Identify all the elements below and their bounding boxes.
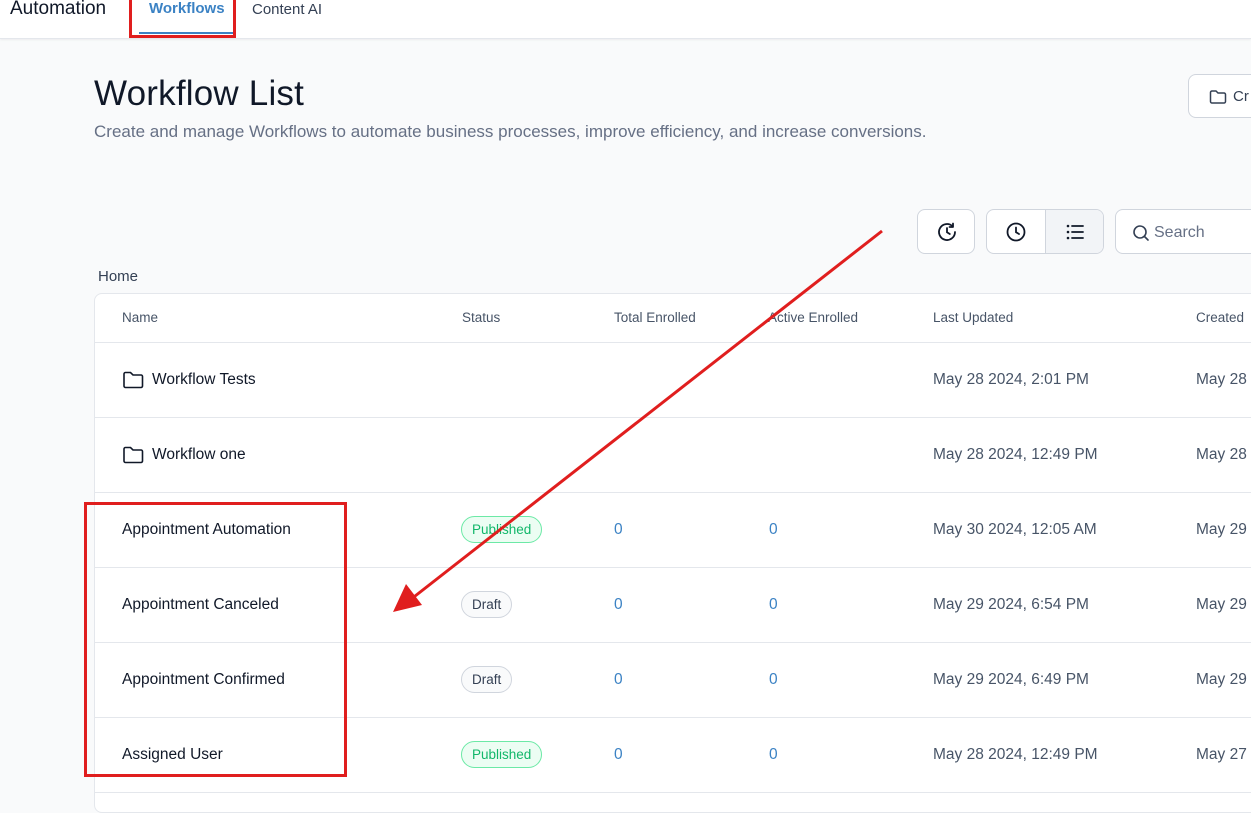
history-button[interactable] [917, 209, 975, 254]
row-total-enrolled[interactable]: 0 [614, 567, 623, 642]
column-name[interactable]: Name [122, 310, 158, 325]
row-created: May 28 [1196, 445, 1247, 463]
table-row[interactable]: Workflow Tests May 28 2024, 2:01 PM May … [95, 342, 1251, 418]
row-active-enrolled[interactable]: 0 [769, 492, 778, 567]
clock-icon [1006, 222, 1026, 242]
status-badge: Published [461, 516, 543, 543]
page-description: Create and manage Workflows to automate … [94, 122, 927, 141]
create-button-label: Cr [1233, 88, 1249, 105]
column-status[interactable]: Status [462, 310, 500, 325]
history-icon [938, 222, 956, 241]
folder-icon [1209, 90, 1227, 104]
row-total-enrolled[interactable]: 0 [614, 717, 623, 792]
row-active-enrolled[interactable]: 0 [769, 567, 778, 642]
row-name[interactable]: Appointment Confirmed [122, 642, 285, 717]
status-badge: Published [461, 741, 543, 768]
row-name[interactable]: Appointment Automation [122, 492, 291, 567]
row-created: May 29 [1196, 595, 1247, 613]
table-row[interactable]: Appointment Automation Published 0 0 May… [95, 492, 1251, 568]
tab-workflows[interactable]: Workflows [139, 0, 233, 34]
row-status: Draft [461, 642, 513, 717]
row-total-enrolled[interactable]: 0 [614, 642, 623, 717]
active-tab-indicator [139, 32, 233, 34]
row-created: May 28 [1196, 370, 1247, 388]
tab-content-ai[interactable]: Content AI [252, 1, 322, 18]
folder-icon [123, 371, 144, 388]
table-header: Name Status Total Enrolled Active Enroll… [95, 294, 1251, 343]
search-icon [1133, 225, 1149, 241]
row-status: Published [461, 717, 543, 792]
row-status: Published [461, 492, 543, 567]
column-last-updated[interactable]: Last Updated [933, 310, 1013, 325]
table-row[interactable]: Workflow one May 28 2024, 12:49 PM May 2… [95, 417, 1251, 493]
column-total-enrolled[interactable]: Total Enrolled [614, 310, 696, 325]
row-name-label: Workflow Tests [152, 370, 256, 388]
column-created[interactable]: Created [1196, 310, 1244, 325]
row-active-enrolled[interactable]: 0 [769, 642, 778, 717]
search-box[interactable] [1115, 209, 1251, 254]
column-active-enrolled[interactable]: Active Enrolled [768, 310, 858, 325]
top-navigation-bar: Automation Workflows Content AI [0, 0, 1251, 39]
row-name[interactable]: Appointment Canceled [122, 567, 279, 642]
row-name[interactable]: Assigned User [122, 717, 223, 792]
workflow-table: Name Status Total Enrolled Active Enroll… [94, 293, 1251, 813]
clock-view-button[interactable] [987, 210, 1045, 253]
page-title: Workflow List [94, 74, 305, 113]
row-last-updated: May 28 2024, 2:01 PM [933, 370, 1089, 388]
status-badge: Draft [461, 666, 513, 693]
row-last-updated: May 29 2024, 6:49 PM [933, 670, 1089, 688]
row-status: Draft [461, 567, 513, 642]
table-row[interactable]: Appointment Canceled Draft 0 0 May 29 20… [95, 567, 1251, 643]
row-last-updated: May 28 2024, 12:49 PM [933, 745, 1098, 763]
row-name-label: Workflow one [152, 445, 246, 463]
row-total-enrolled[interactable]: 0 [614, 492, 623, 567]
row-created: May 29 [1196, 520, 1247, 538]
row-name[interactable]: Workflow one [122, 417, 246, 492]
view-toggle-group [986, 209, 1104, 254]
row-last-updated: May 29 2024, 6:54 PM [933, 595, 1089, 613]
list-view-icon [1066, 224, 1084, 240]
search-input[interactable] [1152, 220, 1251, 246]
row-name[interactable]: Workflow Tests [122, 342, 256, 417]
table-row[interactable]: Assigned User Published 0 0 May 28 2024,… [95, 717, 1251, 793]
row-active-enrolled[interactable]: 0 [769, 717, 778, 792]
status-badge: Draft [461, 591, 513, 618]
table-row[interactable]: Appointment Confirmed Draft 0 0 May 29 2… [95, 642, 1251, 718]
row-created: May 27 [1196, 745, 1247, 763]
create-folder-button[interactable]: Cr [1188, 74, 1251, 118]
folder-icon [123, 446, 144, 463]
row-last-updated: May 28 2024, 12:49 PM [933, 445, 1098, 463]
tab-workflows-label: Workflows [149, 0, 225, 17]
row-created: May 29 [1196, 670, 1247, 688]
breadcrumb-home[interactable]: Home [98, 268, 138, 285]
app-title: Automation [10, 0, 107, 19]
list-view-button[interactable] [1045, 210, 1103, 253]
row-last-updated: May 30 2024, 12:05 AM [933, 520, 1097, 538]
